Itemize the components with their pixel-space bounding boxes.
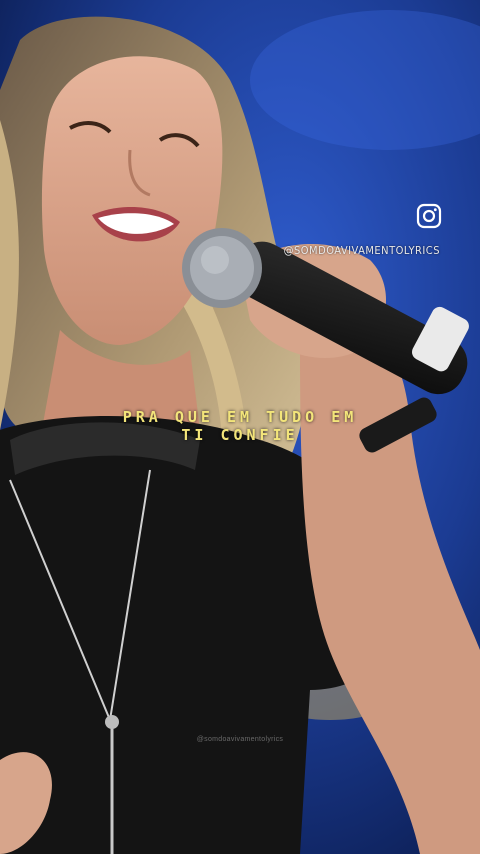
lyrics-line: TI CONFIE (181, 426, 299, 444)
instagram-icon[interactable] (416, 203, 442, 229)
necklace-charm (105, 715, 119, 729)
watermark: @somdoavivamentolyrics (196, 736, 284, 743)
lyrics-caption: PRA QUE EM TUDO EM TI CONFIE (0, 408, 480, 444)
instagram-handle[interactable]: @SOMDOAVIVAMENTOLYRICS (284, 244, 440, 257)
lyrics-line: PRA QUE EM TUDO EM (122, 408, 358, 426)
